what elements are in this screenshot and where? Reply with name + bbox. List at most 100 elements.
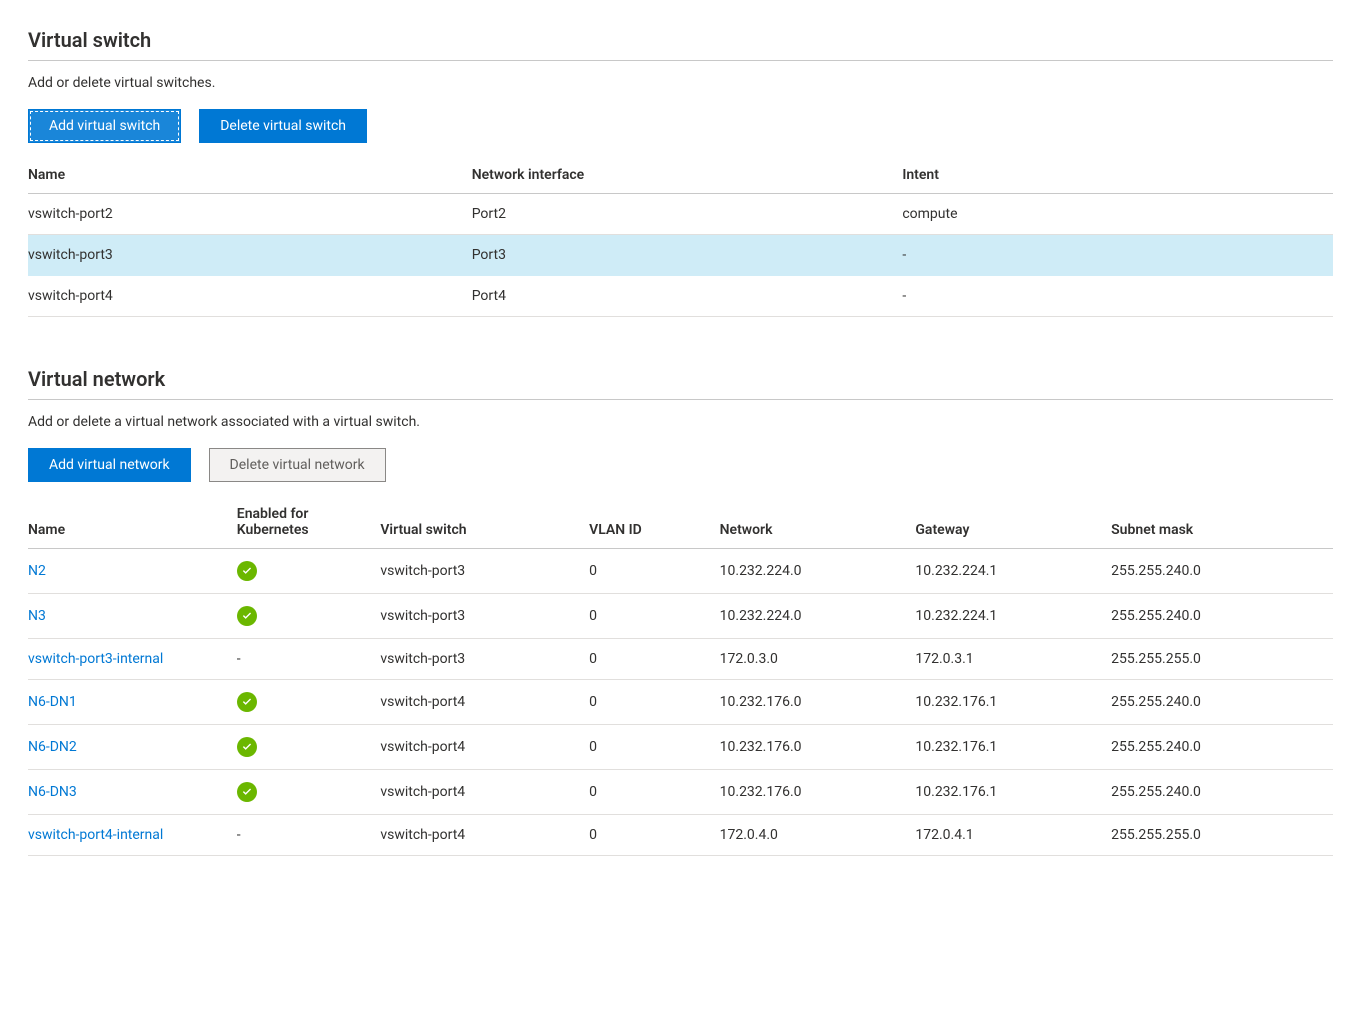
cell-network: 10.232.224.0 xyxy=(720,549,916,594)
enabled-dash: - xyxy=(237,651,241,667)
virtual-network-link[interactable]: N3 xyxy=(28,608,46,624)
column-header-name[interactable]: Name xyxy=(28,157,472,194)
cell-enabled xyxy=(237,549,381,594)
cell-gateway: 172.0.4.1 xyxy=(915,815,1111,856)
cell-vswitch: vswitch-port4 xyxy=(380,815,589,856)
cell-vswitch: vswitch-port3 xyxy=(380,549,589,594)
cell-enabled xyxy=(237,770,381,815)
table-row[interactable]: N6-DN1 vswitch-port4010.232.176.010.232.1… xyxy=(28,680,1333,725)
cell-gateway: 10.232.176.1 xyxy=(915,770,1111,815)
cell-enabled xyxy=(237,680,381,725)
cell-name: N6-DN3 xyxy=(28,770,237,815)
virtual-switch-button-row: Add virtual switch Delete virtual switch xyxy=(28,109,1333,143)
virtual-network-section: Virtual network Add or delete a virtual … xyxy=(28,367,1333,856)
cell-vlan: 0 xyxy=(589,770,720,815)
virtual-network-link[interactable]: N6-DN2 xyxy=(28,739,77,755)
table-row[interactable]: vswitch-port4-internal-vswitch-port40172… xyxy=(28,815,1333,856)
cell-network-interface: Port4 xyxy=(472,276,903,317)
cell-gateway: 10.232.176.1 xyxy=(915,725,1111,770)
virtual-network-button-row: Add virtual network Delete virtual netwo… xyxy=(28,448,1333,482)
cell-vswitch: vswitch-port3 xyxy=(380,594,589,639)
cell-subnet: 255.255.240.0 xyxy=(1111,549,1333,594)
virtual-network-link[interactable]: vswitch-port4-internal xyxy=(28,827,163,843)
section-divider xyxy=(28,60,1333,61)
cell-vlan: 0 xyxy=(589,639,720,680)
cell-name: N6-DN1 xyxy=(28,680,237,725)
cell-subnet: 255.255.240.0 xyxy=(1111,725,1333,770)
table-row[interactable]: vswitch-port3-internal-vswitch-port30172… xyxy=(28,639,1333,680)
cell-network: 172.0.4.0 xyxy=(720,815,916,856)
cell-name: vswitch-port4 xyxy=(28,276,472,317)
table-row[interactable]: vswitch-port2Port2compute xyxy=(28,194,1333,235)
delete-virtual-switch-button[interactable]: Delete virtual switch xyxy=(199,109,367,143)
virtual-switch-table: Name Network interface Intent vswitch-po… xyxy=(28,157,1333,317)
enabled-dash: - xyxy=(237,827,241,843)
checkmark-icon xyxy=(237,561,257,581)
table-row[interactable]: vswitch-port3Port3- xyxy=(28,235,1333,276)
cell-network: 172.0.3.0 xyxy=(720,639,916,680)
cell-network: 10.232.176.0 xyxy=(720,770,916,815)
cell-vlan: 0 xyxy=(589,725,720,770)
table-row[interactable]: N2 vswitch-port3010.232.224.010.232.224.1… xyxy=(28,549,1333,594)
cell-vlan: 0 xyxy=(589,549,720,594)
virtual-switch-title: Virtual switch xyxy=(28,28,1333,56)
cell-subnet: 255.255.255.0 xyxy=(1111,639,1333,680)
cell-vswitch: vswitch-port3 xyxy=(380,639,589,680)
virtual-switch-section: Virtual switch Add or delete virtual swi… xyxy=(28,28,1333,317)
column-header-subnet[interactable]: Subnet mask xyxy=(1111,496,1333,549)
cell-name: vswitch-port4-internal xyxy=(28,815,237,856)
virtual-network-link[interactable]: N6-DN1 xyxy=(28,694,77,710)
cell-name: vswitch-port3-internal xyxy=(28,639,237,680)
column-header-network-interface[interactable]: Network interface xyxy=(472,157,903,194)
cell-enabled xyxy=(237,594,381,639)
cell-subnet: 255.255.240.0 xyxy=(1111,770,1333,815)
checkmark-icon xyxy=(237,692,257,712)
cell-gateway: 10.232.224.1 xyxy=(915,549,1111,594)
cell-gateway: 10.232.176.1 xyxy=(915,680,1111,725)
column-header-vlan[interactable]: VLAN ID xyxy=(589,496,720,549)
table-row[interactable]: N3vswitch-port3010.232.224.010.232.224.1… xyxy=(28,594,1333,639)
delete-virtual-network-button[interactable]: Delete virtual network xyxy=(209,448,386,482)
cell-network: 10.232.176.0 xyxy=(720,680,916,725)
virtual-switch-description: Add or delete virtual switches. xyxy=(28,75,1333,91)
column-header-gateway[interactable]: Gateway xyxy=(915,496,1111,549)
cell-name: N3 xyxy=(28,594,237,639)
cell-intent: - xyxy=(902,276,1333,317)
cell-vswitch: vswitch-port4 xyxy=(380,770,589,815)
cell-vlan: 0 xyxy=(589,815,720,856)
cell-network-interface: Port2 xyxy=(472,194,903,235)
cell-network: 10.232.176.0 xyxy=(720,725,916,770)
column-header-enabled[interactable]: Enabled for Kubernetes xyxy=(237,496,381,549)
column-header-network[interactable]: Network xyxy=(720,496,916,549)
cell-subnet: 255.255.240.0 xyxy=(1111,680,1333,725)
cell-enabled: - xyxy=(237,639,381,680)
cell-gateway: 172.0.3.1 xyxy=(915,639,1111,680)
checkmark-icon xyxy=(237,782,257,802)
table-row[interactable]: N6-DN3 vswitch-port4010.232.176.010.232.1… xyxy=(28,770,1333,815)
cell-name: vswitch-port2 xyxy=(28,194,472,235)
virtual-network-link[interactable]: N2 xyxy=(28,563,46,579)
cell-name: vswitch-port3 xyxy=(28,235,472,276)
virtual-network-link[interactable]: vswitch-port3-internal xyxy=(28,651,163,667)
virtual-network-link[interactable]: N6-DN3 xyxy=(28,784,77,800)
cell-network-interface: Port3 xyxy=(472,235,903,276)
table-row[interactable]: vswitch-port4Port4- xyxy=(28,276,1333,317)
checkmark-icon xyxy=(237,737,257,757)
column-header-vswitch[interactable]: Virtual switch xyxy=(380,496,589,549)
virtual-network-title: Virtual network xyxy=(28,367,1333,395)
cell-enabled xyxy=(237,725,381,770)
cell-vlan: 0 xyxy=(589,594,720,639)
cell-name: N2 xyxy=(28,549,237,594)
section-divider xyxy=(28,399,1333,400)
add-virtual-network-button[interactable]: Add virtual network xyxy=(28,448,191,482)
cell-vlan: 0 xyxy=(589,680,720,725)
cell-intent: compute xyxy=(902,194,1333,235)
cell-vswitch: vswitch-port4 xyxy=(380,680,589,725)
virtual-network-description: Add or delete a virtual network associat… xyxy=(28,414,1333,430)
checkmark-icon xyxy=(237,606,257,626)
table-row[interactable]: N6-DN2vswitch-port4010.232.176.010.232.1… xyxy=(28,725,1333,770)
column-header-intent[interactable]: Intent xyxy=(902,157,1333,194)
add-virtual-switch-button[interactable]: Add virtual switch xyxy=(28,109,181,143)
column-header-name[interactable]: Name xyxy=(28,496,237,549)
cell-name: N6-DN2 xyxy=(28,725,237,770)
